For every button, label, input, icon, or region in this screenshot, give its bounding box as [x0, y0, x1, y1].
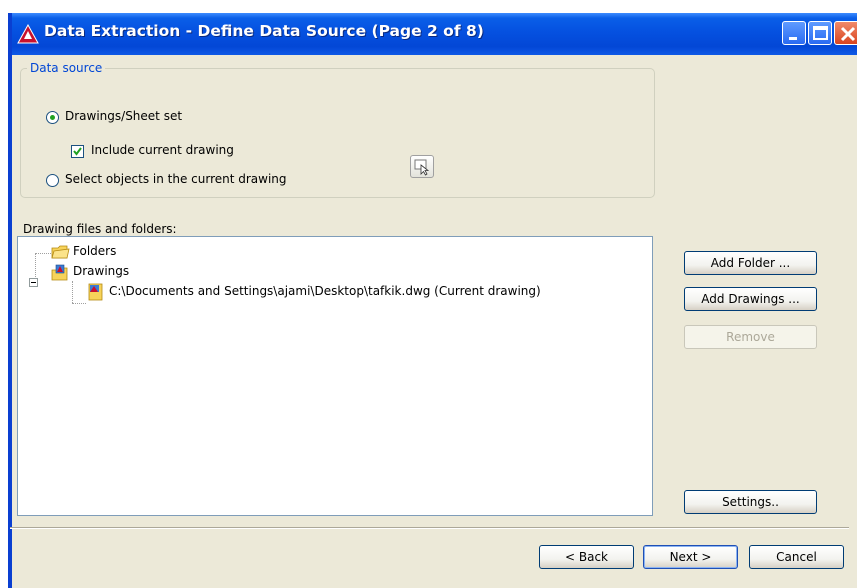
- add-drawings-button[interactable]: Add Drawings ...: [684, 287, 817, 311]
- add-folder-button[interactable]: Add Folder ...: [684, 251, 817, 275]
- tree-item-current-drawing[interactable]: C:\Documents and Settings\ajami\Desktop\…: [109, 284, 541, 298]
- close-icon: [840, 26, 856, 42]
- title-bar[interactable]: Data Extraction - Define Data Source (Pa…: [12, 13, 857, 55]
- footer-separator: [10, 527, 849, 529]
- drawings-sheetset-radio[interactable]: [46, 111, 59, 124]
- minus-icon: [31, 282, 36, 283]
- tree-connector: [72, 303, 86, 304]
- maximize-button[interactable]: [808, 21, 832, 45]
- autocad-logo-icon: [17, 23, 39, 44]
- tree-item-drawings[interactable]: Drawings: [73, 264, 129, 278]
- drawing-files-tree[interactable]: Folders Drawings C:\Documents and Settin…: [17, 236, 653, 516]
- settings-button[interactable]: Settings..: [684, 490, 817, 514]
- drawing-files-label: Drawing files and folders:: [23, 222, 177, 236]
- select-objects-label[interactable]: Select objects in the current drawing: [65, 172, 287, 186]
- tree-item-folders[interactable]: Folders: [73, 244, 116, 258]
- select-objects-icon: [414, 159, 430, 176]
- back-button[interactable]: < Back: [539, 545, 634, 569]
- drawings-icon: [50, 263, 70, 286]
- close-button[interactable]: [834, 21, 857, 45]
- minimize-button[interactable]: [782, 21, 806, 45]
- cancel-button[interactable]: Cancel: [749, 545, 844, 569]
- select-objects-radio[interactable]: [46, 174, 59, 187]
- maximize-icon: [813, 26, 828, 40]
- dwg-file-icon: [86, 282, 106, 305]
- remove-button[interactable]: Remove: [684, 325, 817, 349]
- collapse-toggle[interactable]: [29, 278, 38, 287]
- select-objects-button[interactable]: [410, 155, 434, 178]
- minimize-icon: [789, 37, 797, 40]
- drawings-sheetset-label[interactable]: Drawings/Sheet set: [65, 109, 182, 123]
- checkmark-icon: [73, 147, 82, 156]
- tree-connector: [72, 281, 73, 303]
- data-source-legend: Data source: [27, 61, 106, 75]
- window-title: Data Extraction - Define Data Source (Pa…: [44, 22, 484, 40]
- next-button[interactable]: Next >: [643, 545, 738, 569]
- folder-icon: [50, 243, 70, 264]
- include-current-checkbox[interactable]: [71, 145, 84, 158]
- include-current-label[interactable]: Include current drawing: [91, 143, 234, 157]
